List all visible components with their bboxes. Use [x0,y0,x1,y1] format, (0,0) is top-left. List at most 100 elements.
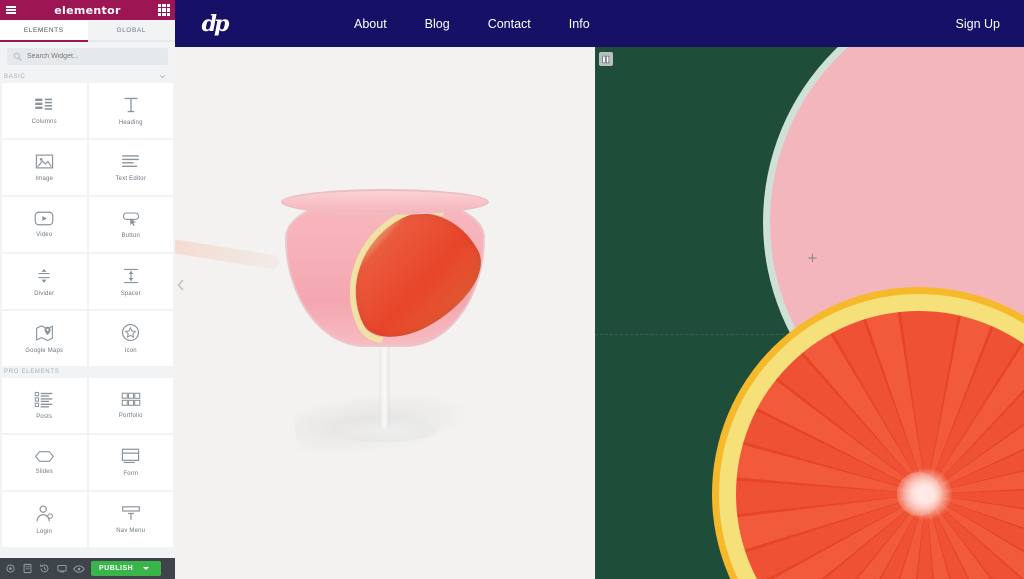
widget-google-maps[interactable]: Google Maps [2,311,87,366]
widget-label: Divider [34,290,55,297]
search-icon [13,52,22,61]
chevron-down-icon [159,75,166,79]
widget-spacer[interactable]: Spacer [88,254,173,309]
widget-label: Google Maps [25,347,64,354]
column-handle-icon[interactable] [599,52,613,66]
glass-stem [379,343,390,428]
grapefruit-center [897,472,941,516]
columns-icon [35,98,53,110]
grapefruit-slice-image [719,294,1024,579]
spacer-icon [123,268,138,283]
hamburger-icon[interactable] [5,4,17,16]
image-icon [35,154,53,169]
widget-label: Portfolio [118,413,143,419]
widget-video[interactable]: Video [2,197,87,252]
widget-divider[interactable]: Divider [2,254,87,309]
widget-heading[interactable]: Heading [88,83,173,138]
elementor-panel: elementor ELEMENTS GLOBAL BASIC [0,0,175,579]
panel-footer: PUBLISH [0,558,175,579]
chevron-left-icon [177,279,184,291]
widget-label: Video [36,232,53,238]
login-user-icon [36,505,53,522]
nav-link-contact[interactable]: Contact [488,17,531,31]
star-circle-icon [122,323,140,342]
button-click-icon [122,211,139,226]
tab-global[interactable]: GLOBAL [87,20,175,42]
sign-up-link[interactable]: Sign Up [956,17,1000,31]
elementor-editor: elementor ELEMENTS GLOBAL BASIC [0,0,1024,579]
nav-link-info[interactable]: Info [569,17,590,31]
widget-label: Login [36,529,53,535]
widget-button[interactable]: Button [88,197,173,252]
widget-label: Text Editor [115,175,147,182]
nav-link-about[interactable]: About [354,17,387,31]
history-icon[interactable] [36,558,53,579]
section-title-pro-elements: PRO ELEMENTS [4,369,60,375]
map-pin-icon [35,324,53,341]
settings-gear-icon[interactable] [2,558,19,579]
elementor-brand-title: elementor [54,3,121,17]
widget-grid-basic: Columns Heading Image Text Editor Video … [0,83,175,366]
site-nav-links: About Blog Contact Info [354,17,590,31]
widget-form[interactable]: Form [88,435,173,490]
widget-label: Columns [31,118,57,125]
widget-label: Posts [36,414,53,420]
search-input[interactable] [27,53,162,60]
widget-columns[interactable]: Columns [2,83,87,138]
preview-canvas[interactable]: dp About Blog Contact Info Sign Up + [175,0,1024,579]
widget-image[interactable]: Image [2,140,87,195]
slides-icon [34,451,54,462]
heading-t-icon [124,97,138,112]
panel-tabs: ELEMENTS GLOBAL [0,20,175,42]
dp-monogram-logo[interactable]: dp [199,7,230,41]
widget-scroll-area[interactable]: BASIC Columns Heading Image Text Editor … [0,70,175,558]
widget-text-editor[interactable]: Text Editor [88,140,173,195]
add-widget-plus-top[interactable]: + [807,252,818,265]
widget-label: Form [123,471,139,477]
widget-label: Spacer [120,290,141,297]
widget-label: Image [35,176,54,182]
divider-icon [38,268,50,283]
section-title-basic: BASIC [4,73,26,80]
section-header-basic[interactable]: BASIC [0,70,175,83]
grapefruit-section[interactable]: + + [595,47,1024,579]
tab-elements[interactable]: ELEMENTS [0,20,88,42]
widget-label: Slides [35,469,54,475]
preview-eye-icon[interactable] [70,558,87,579]
grid-view-icon[interactable] [157,4,170,16]
video-play-icon [34,211,54,226]
search-box[interactable] [7,48,168,65]
cocktail-section[interactable] [175,47,595,579]
cocktail-image [270,175,509,465]
search-widget-container [0,42,175,70]
widget-portfolio[interactable]: Portfolio [88,378,173,433]
portfolio-grid-icon [121,392,141,406]
nav-link-blog[interactable]: Blog [425,17,450,31]
widget-grid-pro: Posts Portfolio Slides Form Login Nav Me… [0,378,175,547]
widget-slides[interactable]: Slides [2,435,87,490]
glass-rim [281,189,489,215]
caret-down-icon[interactable] [143,567,150,570]
posts-list-icon [35,391,53,408]
publish-button[interactable]: PUBLISH [91,561,162,576]
section-header-pro-elements[interactable]: PRO ELEMENTS [0,366,175,378]
widget-label: Icon [124,348,137,354]
widget-label: Button [121,232,141,239]
publish-label: PUBLISH [99,565,134,572]
widget-icon[interactable]: Icon [88,311,173,366]
site-navbar: dp About Blog Contact Info Sign Up [175,0,1024,47]
widget-nav-menu[interactable]: Nav Menu [88,492,173,547]
panel-collapse-arrow[interactable] [175,272,187,298]
decor-shadow-left [175,230,281,270]
navigator-icon[interactable] [19,558,36,579]
glass-bowl [285,184,509,362]
widget-label: Heading [118,119,143,126]
page-sections: + + [175,47,1024,579]
nav-menu-icon [121,506,140,520]
widget-label: Nav Menu [116,528,146,534]
responsive-mode-icon[interactable] [53,558,70,579]
widget-login[interactable]: Login [2,492,87,547]
text-editor-icon [122,154,140,167]
widget-posts[interactable]: Posts [2,378,87,433]
form-icon [122,448,140,464]
